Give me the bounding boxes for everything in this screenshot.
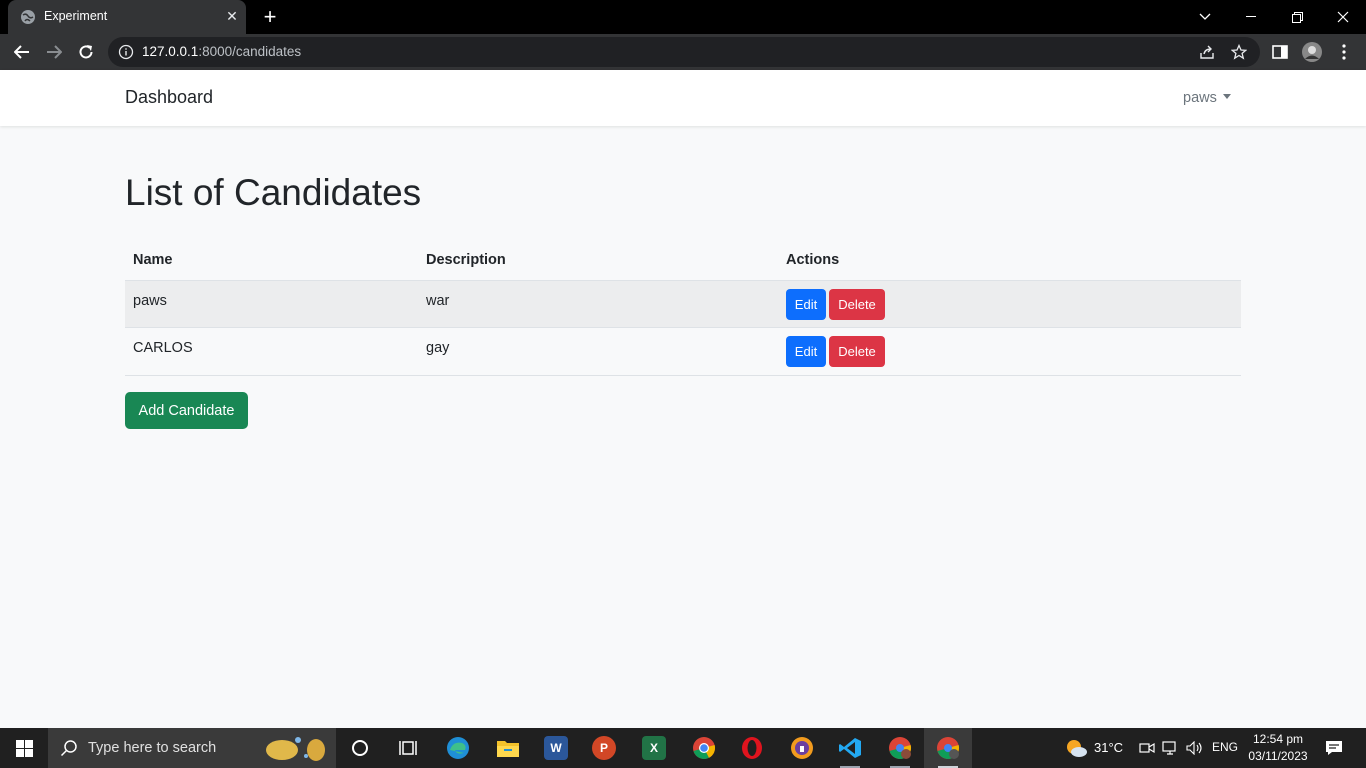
chrome-icon[interactable] xyxy=(680,728,728,768)
vscode-icon[interactable] xyxy=(826,728,874,768)
edit-button[interactable]: Edit xyxy=(786,336,826,367)
browser-tab[interactable]: Experiment ✕ xyxy=(8,0,246,34)
clock-time: 12:54 pm xyxy=(1252,732,1304,746)
taskbar-search[interactable]: Type here to search xyxy=(48,728,336,768)
close-window-icon[interactable] xyxy=(1320,0,1366,34)
meet-now-icon[interactable] xyxy=(1138,739,1156,757)
chrome-active-icon[interactable] xyxy=(924,728,972,768)
forward-arrow-icon[interactable] xyxy=(40,38,68,66)
chrome-profile-icon[interactable] xyxy=(876,728,924,768)
profile-avatar[interactable] xyxy=(1302,42,1322,62)
vpn-browser-icon[interactable] xyxy=(778,728,826,768)
column-header-actions: Actions xyxy=(786,252,840,268)
navbar-brand[interactable]: Dashboard xyxy=(125,87,213,108)
windows-start-icon[interactable] xyxy=(0,728,48,768)
share-icon[interactable] xyxy=(1198,43,1216,61)
back-arrow-icon[interactable] xyxy=(8,38,36,66)
browser-tab-strip: Experiment ✕ + xyxy=(0,0,1366,34)
table-bottom-border xyxy=(125,375,1241,376)
add-candidate-button[interactable]: Add Candidate xyxy=(125,392,248,429)
browser-menu-icon[interactable] xyxy=(1334,42,1354,62)
column-header-description: Description xyxy=(426,252,506,268)
restore-icon[interactable] xyxy=(1274,0,1320,34)
table-row: paws war Edit Delete xyxy=(125,280,1241,327)
new-tab-icon[interactable]: + xyxy=(258,6,282,30)
search-placeholder: Type here to search xyxy=(88,740,217,756)
browser-toolbar: 127.0.0.1:8000/candidates xyxy=(0,34,1366,70)
clock-date: 03/11/2023 xyxy=(1248,749,1308,763)
table-row: CARLOS gay Edit Delete xyxy=(125,327,1241,374)
cortana-icon[interactable] xyxy=(336,728,384,768)
volume-icon[interactable] xyxy=(1186,739,1204,757)
file-explorer-icon[interactable] xyxy=(484,728,532,768)
search-highlight-image xyxy=(266,737,325,761)
address-bar[interactable]: 127.0.0.1:8000/candidates xyxy=(108,37,1260,67)
caret-down-icon xyxy=(1222,94,1231,99)
cell-name: paws xyxy=(133,293,167,309)
tab-title: Experiment xyxy=(44,9,108,23)
page-title: List of Candidates xyxy=(125,172,422,213)
opera-icon[interactable] xyxy=(728,728,776,768)
tab-close-icon[interactable]: ✕ xyxy=(224,8,240,24)
delete-button[interactable]: Delete xyxy=(829,336,885,367)
reload-icon[interactable] xyxy=(72,38,100,66)
delete-button[interactable]: Delete xyxy=(829,289,885,320)
edit-button[interactable]: Edit xyxy=(786,289,826,320)
tab-search-icon[interactable] xyxy=(1182,0,1228,34)
cell-description: gay xyxy=(426,340,450,356)
cell-name: CARLOS xyxy=(133,340,193,356)
site-info-icon[interactable] xyxy=(118,44,134,60)
cell-description: war xyxy=(426,293,450,309)
minimize-icon[interactable] xyxy=(1228,0,1274,34)
column-header-name: Name xyxy=(133,252,173,268)
search-icon xyxy=(60,740,77,757)
taskbar-clock[interactable]: 12:54 pm 03/11/2023 xyxy=(1242,731,1314,765)
powerpoint-icon[interactable]: P xyxy=(580,728,628,768)
edge-icon[interactable] xyxy=(434,728,482,768)
windows-taskbar: Type here to search W P X 31°C ENG 12:54… xyxy=(0,728,1366,768)
language-indicator[interactable]: ENG xyxy=(1212,740,1238,754)
excel-icon[interactable]: X xyxy=(630,728,678,768)
bookmark-star-icon[interactable] xyxy=(1230,43,1248,61)
notification-icon[interactable] xyxy=(1324,739,1344,757)
page-navbar: Dashboard paws xyxy=(0,70,1366,126)
url-text[interactable]: 127.0.0.1:8000/candidates xyxy=(142,44,301,59)
globe-icon xyxy=(21,10,35,24)
task-view-icon[interactable] xyxy=(384,728,432,768)
word-icon[interactable]: W xyxy=(532,728,580,768)
side-panel-icon[interactable] xyxy=(1270,42,1290,62)
weather-temperature[interactable]: 31°C xyxy=(1094,740,1123,755)
network-icon[interactable] xyxy=(1162,739,1180,757)
user-dropdown-label: paws xyxy=(1183,90,1217,106)
user-dropdown[interactable]: paws xyxy=(1183,90,1231,106)
weather-icon[interactable] xyxy=(1064,738,1088,758)
